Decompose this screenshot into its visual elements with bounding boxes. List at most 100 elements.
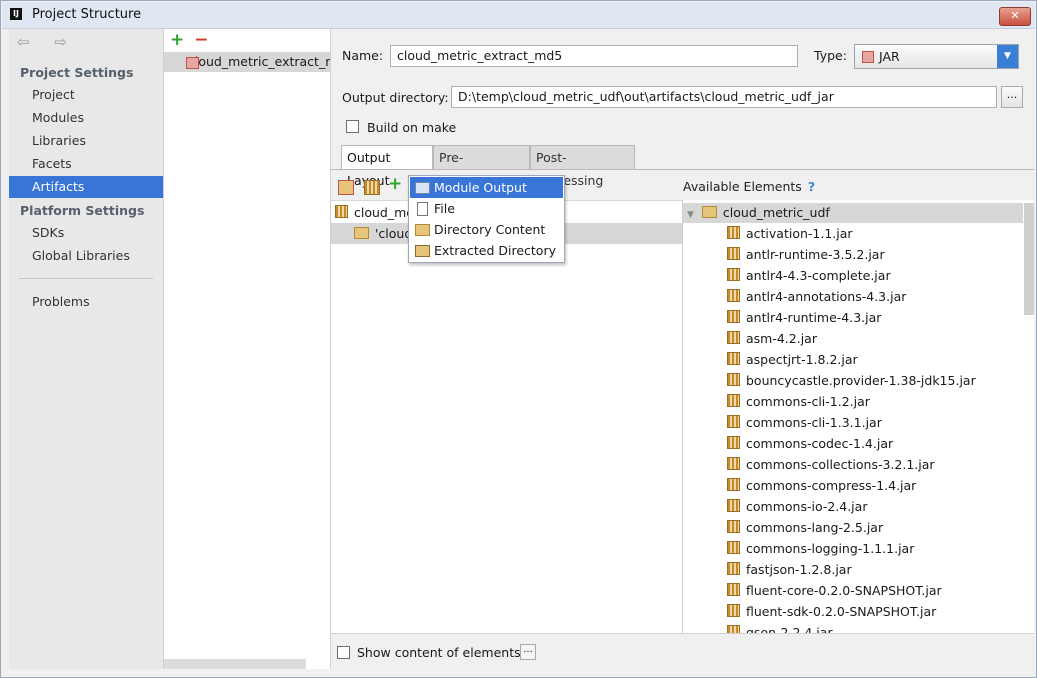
available-elements-title: Available Elements [683, 179, 802, 194]
type-label: Type: [814, 48, 847, 63]
menu-item-label: Extracted Directory [434, 243, 556, 258]
bottom-bar: Show content of elements ... [331, 633, 1034, 670]
available-jar-item[interactable]: activation-1.1.jar [727, 223, 976, 244]
available-jar-label: commons-codec-1.4.jar [746, 436, 894, 451]
available-jar-item[interactable]: asm-4.2.jar [727, 328, 976, 349]
jar-icon [727, 268, 740, 281]
available-jar-item[interactable]: antlr4-annotations-4.3.jar [727, 286, 976, 307]
available-jar-label: antlr-runtime-3.5.2.jar [746, 247, 885, 262]
name-field[interactable]: cloud_metric_extract_md5 [390, 45, 798, 67]
available-jar-item[interactable]: commons-io-2.4.jar [727, 496, 976, 517]
jar-icon [727, 520, 740, 533]
help-icon[interactable]: ? [808, 179, 815, 194]
build-on-make-checkbox[interactable] [346, 120, 359, 133]
sidebar-item-global-libraries[interactable]: Global Libraries [9, 245, 163, 267]
sidebar-item-artifacts[interactable]: Artifacts [9, 176, 163, 198]
remove-artifact-icon[interactable]: − [194, 30, 208, 50]
menu-item-file[interactable]: File [410, 198, 563, 219]
settings-sidebar: ⇦ ⇨ Project Settings Project Modules Lib… [9, 29, 164, 669]
close-button[interactable]: ✕ [999, 7, 1031, 26]
jar-icon [727, 583, 740, 596]
output-directory-label: Output directory: [342, 90, 449, 105]
available-jar-label: commons-collections-3.2.1.jar [746, 457, 935, 472]
intellij-app-icon: IJ [10, 8, 22, 20]
available-jar-item[interactable]: commons-logging-1.1.1.jar [727, 538, 976, 559]
sidebar-item-libraries[interactable]: Libraries [9, 130, 163, 152]
jar-icon [727, 604, 740, 617]
module-folder-icon [701, 206, 717, 218]
jar-icon [727, 352, 740, 365]
available-jar-label: bouncycastle.provider-1.38-jdk15.jar [746, 373, 976, 388]
expand-triangle-icon[interactable]: ▼ [687, 210, 694, 220]
available-jar-item[interactable]: commons-cli-1.2.jar [727, 391, 976, 412]
artifact-settings-panel: Name: cloud_metric_extract_md5 Type: JAR… [331, 29, 1034, 670]
jar-icon [727, 457, 740, 470]
jar-icon [335, 205, 348, 218]
add-copy-icon[interactable]: + [388, 176, 402, 193]
available-jar-item[interactable]: fluent-sdk-0.2.0-SNAPSHOT.jar [727, 601, 976, 622]
available-jar-item[interactable]: commons-collections-3.2.1.jar [727, 454, 976, 475]
available-jar-item[interactable]: bouncycastle.provider-1.38-jdk15.jar [727, 370, 976, 391]
output-directory-field[interactable]: D:\temp\cloud_metric_udf\out\artifacts\c… [451, 86, 997, 108]
jar-icon [727, 499, 740, 512]
jar-icon [727, 625, 740, 633]
sidebar-divider [19, 278, 153, 279]
add-artifact-icon[interactable]: + [170, 30, 184, 50]
available-jar-label: commons-compress-1.4.jar [746, 478, 917, 493]
available-jar-label: fastjson-1.2.8.jar [746, 562, 852, 577]
create-archive-icon[interactable] [364, 180, 380, 195]
folder-icon [354, 227, 369, 239]
available-jar-item[interactable]: gson-2.2.4.jar [727, 622, 976, 633]
project-settings-header: Project Settings [20, 65, 134, 80]
available-jar-item[interactable]: aspectjrt-1.8.2.jar [727, 349, 976, 370]
available-jar-item[interactable]: antlr-runtime-3.5.2.jar [727, 244, 976, 265]
jar-icon [727, 226, 740, 239]
menu-item-directory-content[interactable]: Directory Content [410, 219, 563, 240]
available-jar-item[interactable]: commons-codec-1.4.jar [727, 433, 976, 454]
jar-icon [727, 541, 740, 554]
menu-item-module-output[interactable]: Module Output [410, 177, 563, 198]
show-content-checkbox[interactable] [337, 646, 350, 659]
sidebar-item-facets[interactable]: Facets [9, 153, 163, 175]
artifact-list-item[interactable]: cloud_metric_extract_md5 [164, 52, 330, 72]
jar-icon [727, 436, 740, 449]
available-jar-item[interactable]: commons-lang-2.5.jar [727, 517, 976, 538]
jar-icon [727, 415, 740, 428]
jar-icon [727, 373, 740, 386]
tab-pre-processing[interactable]: Pre-processing [433, 145, 530, 188]
show-content-options-button[interactable]: ... [520, 644, 536, 660]
available-jar-label: commons-logging-1.1.1.jar [746, 541, 915, 556]
available-jar-item[interactable]: commons-compress-1.4.jar [727, 475, 976, 496]
available-jar-item[interactable]: fastjson-1.2.8.jar [727, 559, 976, 580]
sidebar-item-problems[interactable]: Problems [9, 291, 163, 313]
menu-item-extracted-directory[interactable]: Extracted Directory [410, 240, 563, 261]
available-root-node[interactable]: ▼ cloud_metric_udf [683, 203, 1023, 223]
available-jar-item[interactable]: commons-cli-1.3.1.jar [727, 412, 976, 433]
available-jar-item[interactable]: antlr4-runtime-4.3.jar [727, 307, 976, 328]
type-select[interactable]: JAR ▼ [854, 44, 1019, 69]
menu-item-label: File [434, 201, 455, 216]
available-jar-label: antlr4-4.3-complete.jar [746, 268, 891, 283]
tab-output-layout[interactable]: Output Layout [341, 145, 433, 188]
chevron-down-icon[interactable]: ▼ [997, 45, 1018, 68]
tree-node-label: 'cloud [375, 226, 413, 241]
window-title: Project Structure [32, 7, 142, 22]
module-output-icon [415, 182, 430, 194]
vertical-scrollbar[interactable] [1024, 203, 1034, 315]
jar-icon [727, 289, 740, 302]
tree-node-indent [331, 226, 354, 241]
sidebar-item-sdks[interactable]: SDKs [9, 222, 163, 244]
jar-type-icon [862, 51, 874, 63]
sidebar-item-modules[interactable]: Modules [9, 107, 163, 129]
create-directory-icon[interactable] [338, 180, 354, 195]
back-forward-icons[interactable]: ⇦ ⇨ [17, 33, 77, 51]
available-jar-item[interactable]: fluent-core-0.2.0-SNAPSHOT.jar [727, 580, 976, 601]
jar-icon [727, 331, 740, 344]
available-jar-label: aspectjrt-1.8.2.jar [746, 352, 858, 367]
horizontal-scrollbar[interactable] [164, 659, 306, 669]
available-jar-list: activation-1.1.jar antlr-runtime-3.5.2.ja… [727, 223, 976, 633]
available-jar-item[interactable]: antlr4-4.3-complete.jar [727, 265, 976, 286]
tab-post-processing[interactable]: Post-processing [530, 145, 635, 188]
browse-output-directory-button[interactable]: ... [1001, 86, 1023, 108]
sidebar-item-project[interactable]: Project [9, 84, 163, 106]
